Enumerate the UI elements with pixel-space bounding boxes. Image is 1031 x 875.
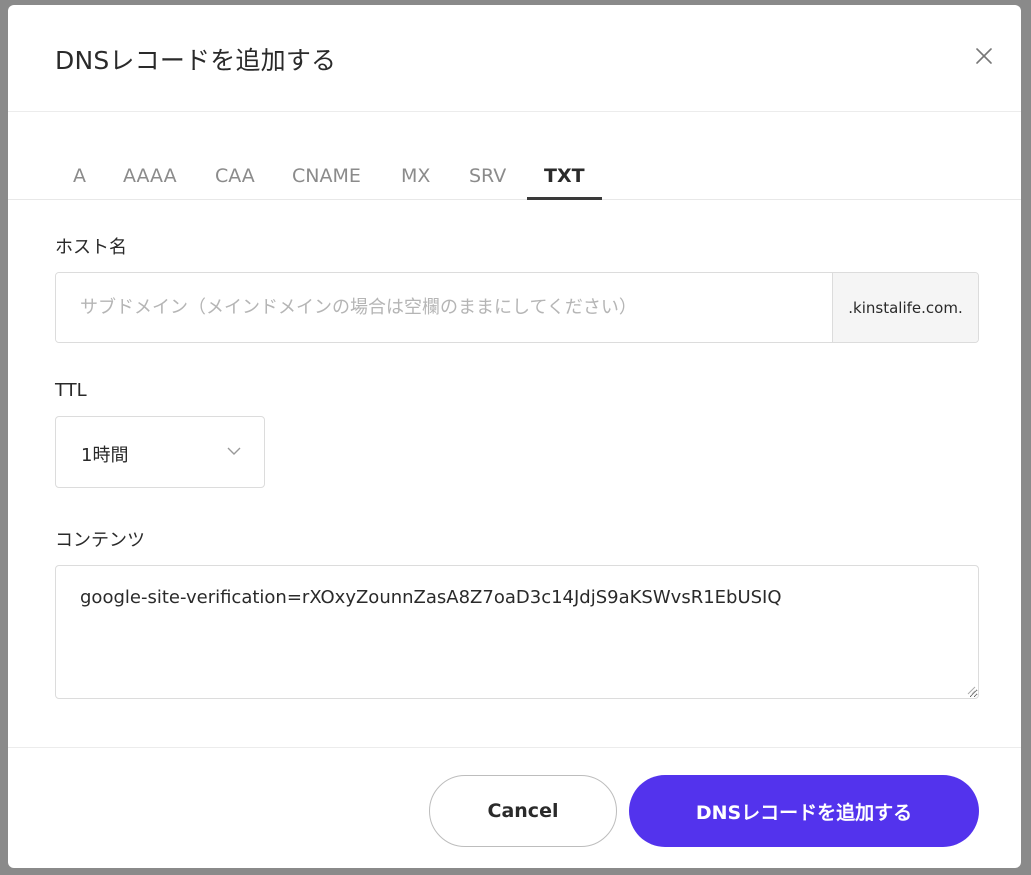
content-label: コンテンツ [55, 530, 145, 551]
close-button[interactable] [973, 45, 995, 67]
content-textarea[interactable] [55, 565, 979, 699]
ttl-label: TTL [55, 380, 87, 401]
ttl-selected-value: 1時間 [81, 445, 129, 466]
ttl-select[interactable]: 1時間 [55, 416, 265, 488]
dialog-title: DNSレコードを追加する [55, 46, 337, 75]
host-name-group: .kinstalife.com. [55, 272, 979, 343]
record-type-tabs: A AAAA CAA CNAME MX SRV TXT [8, 111, 1021, 200]
chevron-down-icon [227, 447, 241, 455]
tab-txt[interactable]: TXT [544, 165, 585, 187]
tab-aaaa[interactable]: AAAA [123, 165, 177, 187]
close-icon [976, 48, 992, 64]
host-name-label: ホスト名 [55, 237, 127, 258]
add-dns-record-dialog: DNSレコードを追加する A AAAA CAA CNAME MX SRV TXT… [8, 5, 1021, 868]
host-name-input[interactable] [56, 273, 832, 342]
tab-cname[interactable]: CNAME [292, 165, 361, 187]
tab-mx[interactable]: MX [401, 165, 430, 187]
tab-caa[interactable]: CAA [215, 165, 255, 187]
active-tab-indicator [527, 197, 602, 200]
tab-a[interactable]: A [73, 165, 86, 187]
add-dns-record-button[interactable]: DNSレコードを追加する [629, 775, 979, 847]
domain-suffix: .kinstalife.com. [832, 273, 978, 342]
dialog-footer: Cancel DNSレコードを追加する [8, 747, 1021, 869]
dialog-header: DNSレコードを追加する [8, 5, 1021, 112]
cancel-button[interactable]: Cancel [429, 775, 617, 847]
tab-srv[interactable]: SRV [469, 165, 506, 187]
